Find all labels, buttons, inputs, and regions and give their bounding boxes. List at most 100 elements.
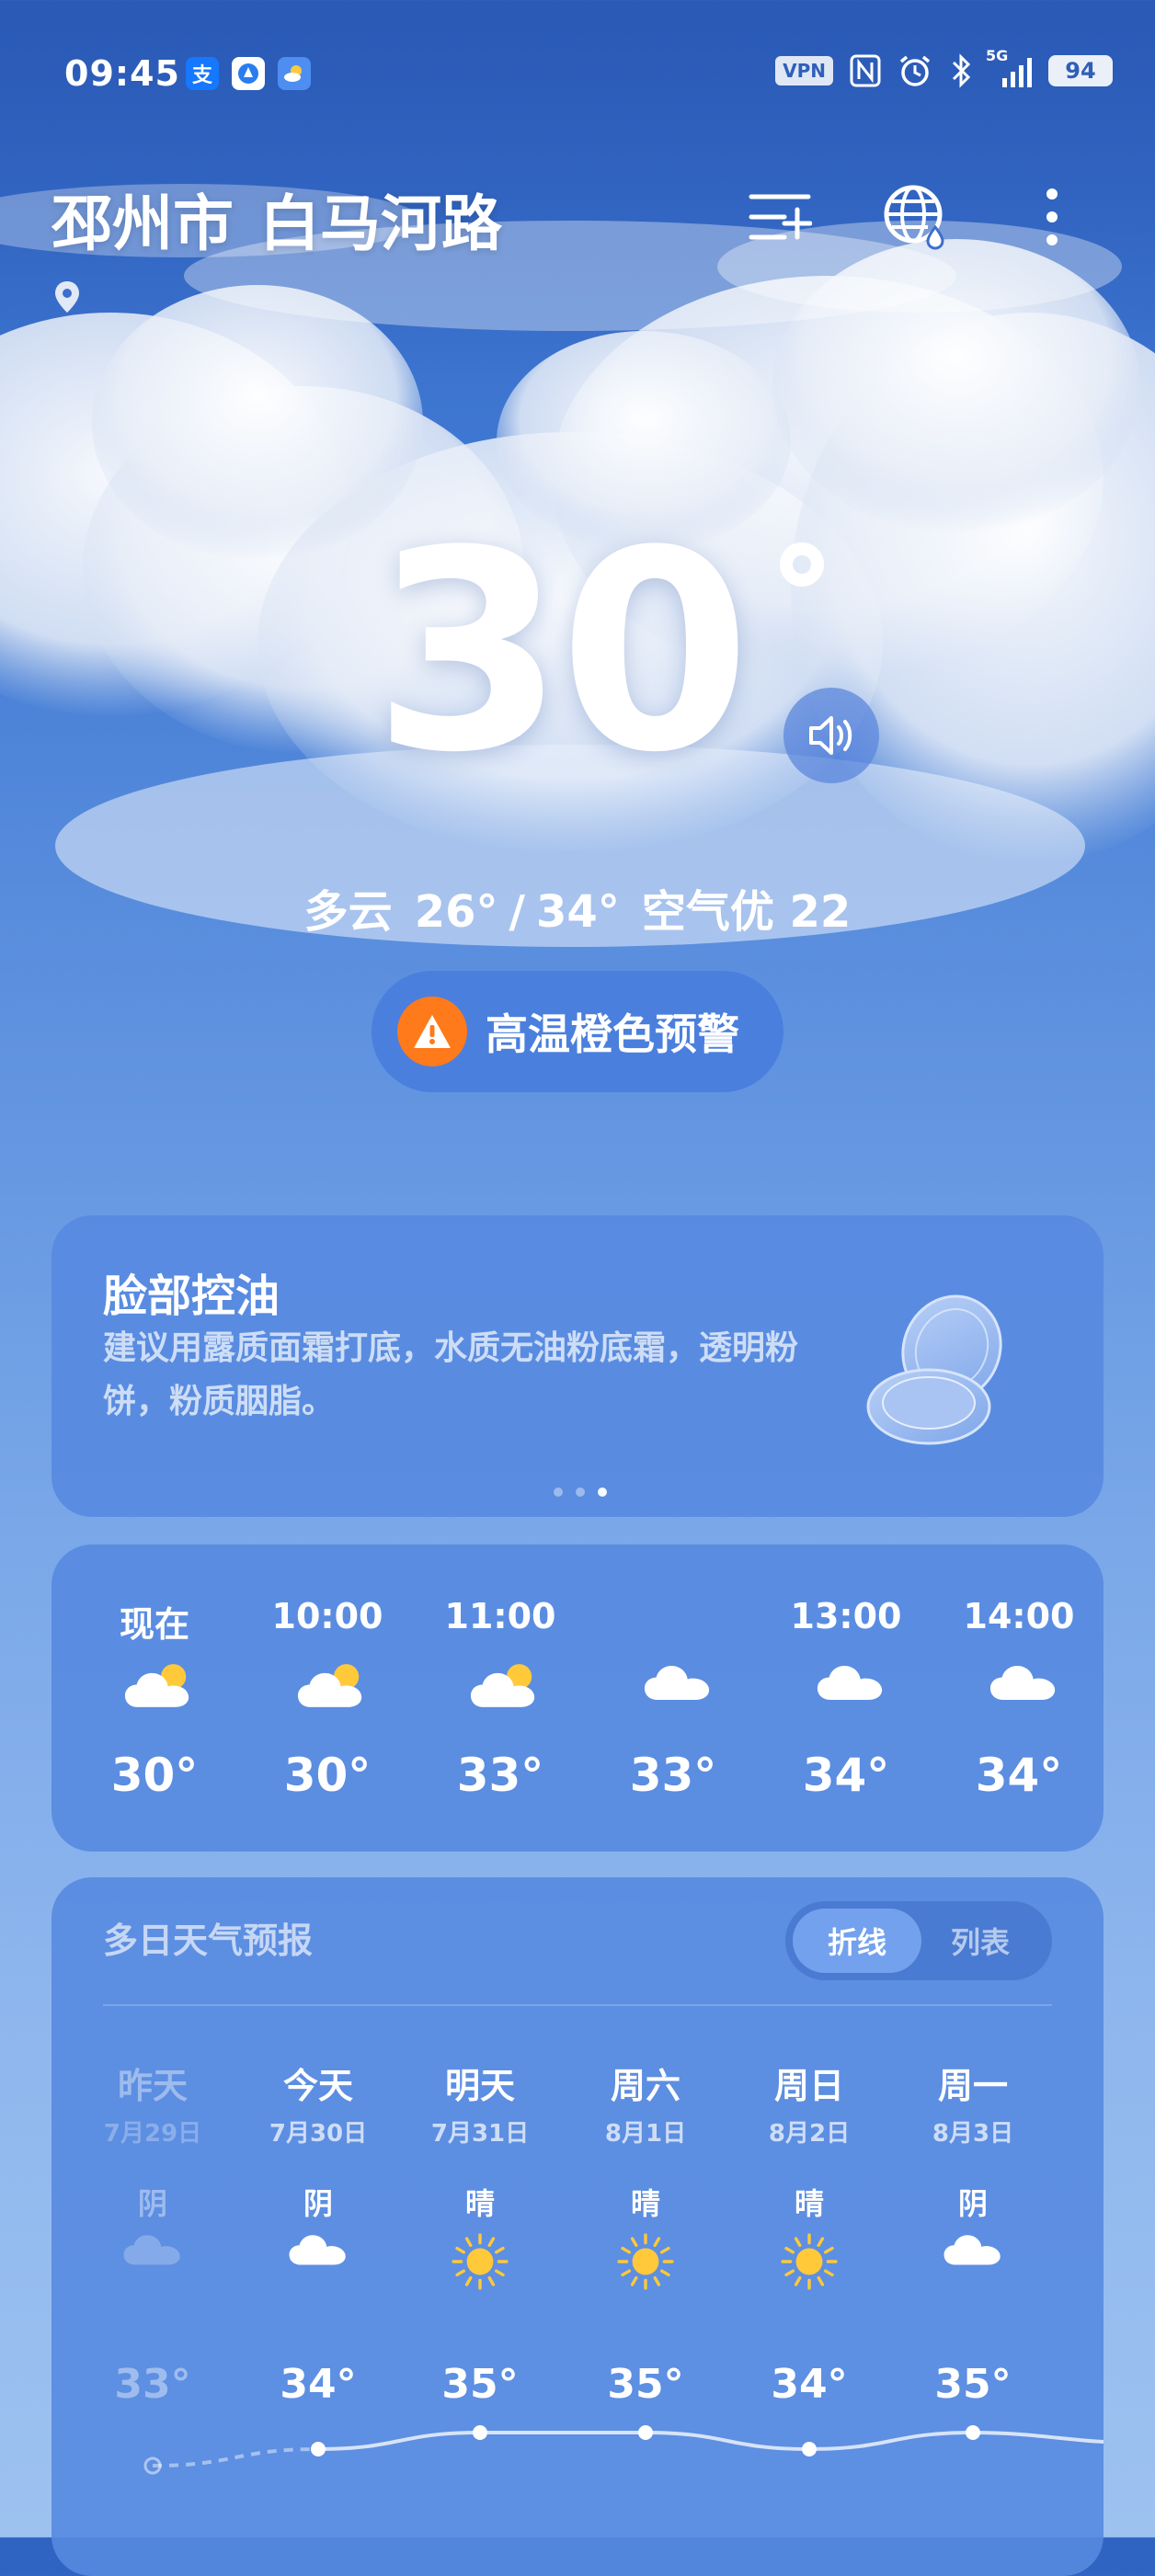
page-dot-active [598, 1487, 607, 1497]
partly-cloudy-icon [296, 1660, 368, 1715]
weather-alert-button[interactable]: 高温橙色预警 [372, 971, 783, 1092]
speaker-icon [809, 716, 852, 755]
tip-body: 建议用露质面霜打底，水质无油粉底霜，透明粉饼，粉质胭脂。 [103, 1329, 799, 1420]
page-dot [554, 1487, 563, 1497]
network-type-label: 5G [986, 47, 1009, 64]
trend-point [802, 2442, 817, 2456]
battery-icon: 94 [1048, 55, 1113, 86]
day-date: 7月31日 [430, 2120, 530, 2148]
voice-broadcast-button[interactable] [783, 688, 879, 783]
hour-temp: 34° [802, 1749, 890, 1802]
cloudy-icon [815, 1660, 886, 1707]
hour-time: 13:00 [790, 1596, 902, 1636]
day-name: 昨天 [117, 2066, 188, 2106]
compact-powder-icon [864, 1289, 1012, 1458]
day-high-temp: 33° [114, 2361, 191, 2408]
globe-icon [884, 185, 944, 250]
trend-point [473, 2425, 487, 2440]
hour-time: 10:00 [271, 1596, 383, 1636]
add-city-button[interactable] [743, 180, 817, 254]
trend-segment [972, 2431, 1104, 2444]
degree-symbol [780, 542, 824, 587]
high-temp: 34° [536, 886, 620, 938]
trend-point [311, 2442, 326, 2456]
day-high-temp: 34° [280, 2361, 357, 2408]
forecast-divider [103, 2004, 1052, 2006]
page-dot [576, 1487, 585, 1497]
bluetooth-icon [952, 53, 971, 88]
cloudy-icon [642, 1660, 714, 1707]
cloudy-icon [942, 2230, 1004, 2272]
day-condition: 阴 [137, 2186, 167, 2221]
day-date: 8月2日 [768, 2120, 851, 2148]
notification-icons: 支 [186, 57, 311, 90]
day-name: 今天 [282, 2066, 353, 2106]
temp-separator: / [509, 886, 526, 938]
day-high-temp: 35° [441, 2361, 519, 2408]
cloudy-icon [988, 1660, 1059, 1707]
signal-icon: 5G [986, 47, 1032, 87]
day-high-temp: 34° [771, 2361, 848, 2408]
day-high-temp: 35° [934, 2361, 1012, 2408]
day-date: 7月29日 [103, 2120, 202, 2148]
day-date: 8月3日 [932, 2120, 1014, 2148]
toggle-list-view[interactable]: 列表 [916, 1909, 1045, 1973]
day-date: 7月30日 [269, 2120, 368, 2148]
day-condition: 晴 [794, 2186, 824, 2221]
day-name: 周日 [773, 2066, 844, 2106]
hour-time: 现在 [119, 1604, 189, 1645]
view-toggle[interactable]: 折线 列表 [785, 1901, 1052, 1980]
globe-button[interactable] [879, 180, 953, 254]
day-condition: 阴 [957, 2186, 988, 2221]
day-date: 8月1日 [604, 2120, 687, 2148]
location-pin-icon [53, 279, 81, 318]
trend-segment [808, 2431, 974, 2451]
toggle-line-view[interactable]: 折线 [793, 1909, 921, 1973]
warning-icon [397, 997, 467, 1066]
weather-summary: 多云 26°/34° 空气优 22 [0, 875, 1155, 940]
day-name: 周六 [610, 2066, 680, 2106]
forecast-title: 多日天气预报 [103, 1921, 314, 1961]
day-name: 明天 [444, 2066, 515, 2106]
hour-temp: 33° [629, 1749, 717, 1802]
day-high-temp: 35° [607, 2361, 684, 2408]
multi-day-forecast-card[interactable]: 多日天气预报 折线 列表 昨天 7月29日阴 33° 今天 7月30日阴 34° 明天 7月3… [51, 1877, 1104, 2576]
partly-cloudy-icon [123, 1660, 195, 1715]
life-tip-card[interactable]: 脸部控油 建议用露质面霜打底，水质无油粉底霜，透明粉饼，粉质胭脂。 [51, 1215, 1104, 1517]
sunny-icon [778, 2230, 841, 2297]
trend-point [143, 2456, 162, 2475]
trend-segment [645, 2431, 810, 2451]
condition-text: 多云 [303, 886, 393, 938]
hour-temp: 34° [975, 1749, 1063, 1802]
partly-cloudy-icon [469, 1660, 541, 1715]
alert-label: 高温橙色预警 [486, 1009, 739, 1059]
location-title[interactable]: 邳州市 白马河路 [51, 175, 502, 263]
city-name: 邳州市 [51, 188, 234, 259]
alarm-icon [899, 55, 931, 86]
nfc-icon [850, 54, 881, 87]
trend-point [966, 2425, 980, 2440]
browser-icon [232, 57, 265, 90]
tip-title: 脸部控油 [103, 1271, 280, 1322]
trend-segment [152, 2447, 319, 2468]
hour-temp: 30° [110, 1749, 199, 1802]
more-icon [1046, 188, 1058, 245]
hour-time: 14:00 [963, 1596, 1075, 1636]
low-temp: 26° [414, 886, 498, 938]
trend-segment [317, 2431, 481, 2451]
cloudy-icon [287, 2230, 349, 2272]
hourly-forecast-card[interactable]: 现在 30° 10:00 30° 11:00 33° 33° 13:00 34° 14:00 34° [51, 1544, 1104, 1852]
sunny-icon [614, 2230, 677, 2297]
more-button[interactable] [1015, 180, 1089, 254]
current-temperature: 30 [372, 492, 750, 813]
day-name: 周一 [937, 2066, 1008, 2106]
cloudy-icon [121, 2230, 184, 2272]
trend-point [638, 2425, 653, 2440]
status-indicators: VPN 5G 94 [775, 47, 1113, 88]
air-quality[interactable]: 空气优 22 [642, 886, 852, 938]
weather-icon [278, 57, 311, 90]
day-condition: 阴 [303, 2186, 333, 2221]
add-city-icon [749, 194, 812, 240]
alipay-icon: 支 [186, 57, 219, 90]
day-condition: 晴 [464, 2186, 495, 2221]
